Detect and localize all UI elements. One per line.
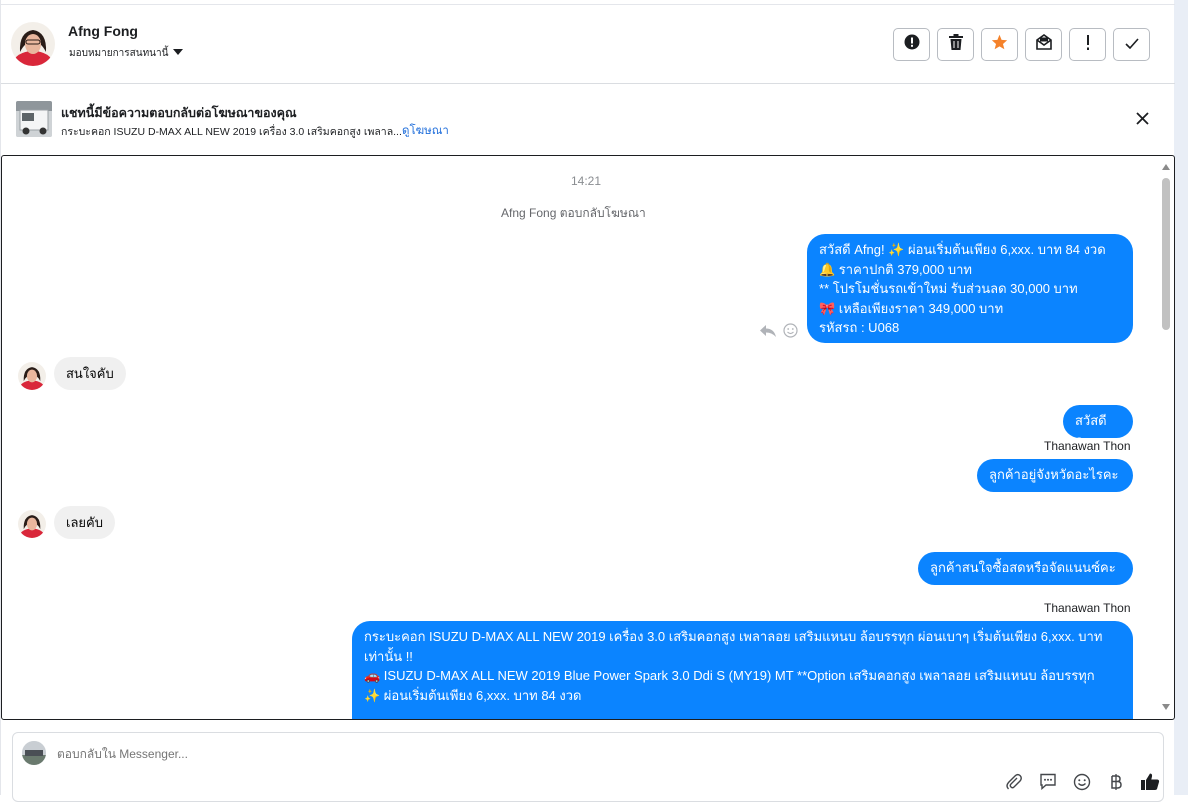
sender-name: Thanawan Thon	[1044, 601, 1131, 615]
sender-name: Thanawan Thon	[1044, 439, 1131, 453]
outgoing-message[interactable]: สวัสดี Afng! ✨ ผ่อนเริ่มต้นเพียง 6,xxx. …	[807, 234, 1133, 343]
trash-icon	[948, 34, 963, 55]
right-edge-strip	[1174, 0, 1188, 795]
ad-reply-note: Afng Fong ตอบกลับโฆษณา	[501, 206, 646, 220]
conversation-panel: Afng Fong มอบหมายการสนทนานี้ แชทนี้มีข้อ…	[0, 0, 1175, 802]
saved-replies-button[interactable]	[1037, 773, 1059, 795]
delete-button[interactable]	[937, 28, 974, 61]
thread-scrollbar[interactable]	[1159, 156, 1173, 718]
incoming-message[interactable]: สนใจคับ	[54, 357, 126, 390]
message-composer	[12, 732, 1164, 802]
saved-reply-icon	[1039, 773, 1057, 795]
conversation-header: Afng Fong มอบหมายการสนทนานี้	[1, 4, 1175, 84]
assign-label: มอบหมายการสนทนานี้	[69, 48, 169, 59]
message-actions	[759, 323, 798, 343]
emoji-button[interactable]	[1071, 773, 1093, 795]
mark-unread-button[interactable]	[1025, 28, 1062, 61]
outgoing-message[interactable]: กระบะคอก ISUZU D-MAX ALL NEW 2019 เครื่อ…	[352, 621, 1133, 719]
outgoing-message[interactable]: สวัสดีคะ	[1063, 405, 1133, 448]
scroll-thumb[interactable]	[1162, 178, 1170, 330]
ad-banner-title: แชทนี้มีข้อความตอบกลับต่อโฆษณาของคุณ	[61, 106, 297, 120]
payment-icon	[1110, 773, 1122, 796]
reply-icon[interactable]	[759, 324, 777, 343]
star-button[interactable]	[981, 28, 1018, 61]
reply-input[interactable]	[57, 747, 657, 761]
emoji-icon	[1073, 773, 1091, 796]
ad-thumbnail	[16, 101, 52, 137]
priority-icon	[1086, 34, 1090, 55]
smiley-icon[interactable]	[783, 323, 798, 343]
contact-avatar-small	[18, 362, 46, 390]
view-ad-link[interactable]: ดูโฆษณา	[402, 122, 449, 140]
contact-avatar[interactable]	[11, 22, 55, 66]
message-timestamp: 14:21	[571, 174, 602, 188]
ad-description: กระบะคอก ISUZU D-MAX ALL NEW 2019 เครื่อ…	[61, 126, 402, 138]
mark-unread-icon	[1035, 34, 1052, 55]
header-actions	[893, 28, 1150, 61]
page-avatar	[22, 741, 46, 765]
close-icon	[1135, 112, 1149, 130]
assign-conversation-dropdown[interactable]: มอบหมายการสนทนานี้	[69, 46, 184, 61]
priority-button[interactable]	[1069, 28, 1106, 61]
scroll-down-arrow[interactable]	[1162, 704, 1170, 710]
message-thread[interactable]: 14:21 Afng Fong ตอบกลับโฆษณา สวัสดี Afng…	[1, 155, 1175, 720]
alert-icon	[904, 34, 920, 55]
incoming-message[interactable]: เลยคับ	[54, 506, 115, 539]
scroll-up-arrow[interactable]	[1162, 164, 1170, 170]
ad-reply-banner: แชทนี้มีข้อความตอบกลับต่อโฆษณาของคุณ กระ…	[1, 85, 1175, 155]
like-icon	[1140, 772, 1160, 796]
close-banner-button[interactable]	[1132, 111, 1152, 131]
attach-icon	[1005, 773, 1023, 796]
outgoing-message[interactable]: ลูกค้าอยู่จังหวัดอะไรคะ	[977, 459, 1133, 492]
payment-button[interactable]	[1105, 773, 1127, 795]
composer-tools	[1003, 773, 1161, 795]
star-icon	[991, 34, 1008, 55]
attach-button[interactable]	[1003, 773, 1025, 795]
like-button[interactable]	[1139, 773, 1161, 795]
contact-name: Afng Fong	[68, 23, 138, 39]
contact-avatar-small	[18, 510, 46, 538]
spam-button[interactable]	[893, 28, 930, 61]
mark-done-button[interactable]	[1113, 28, 1150, 61]
done-icon	[1124, 36, 1139, 54]
caret-down-icon	[173, 48, 184, 59]
outgoing-message[interactable]: ลูกค้าสนใจซื้อสดหรือจัดแนนซ์คะ	[918, 552, 1133, 585]
